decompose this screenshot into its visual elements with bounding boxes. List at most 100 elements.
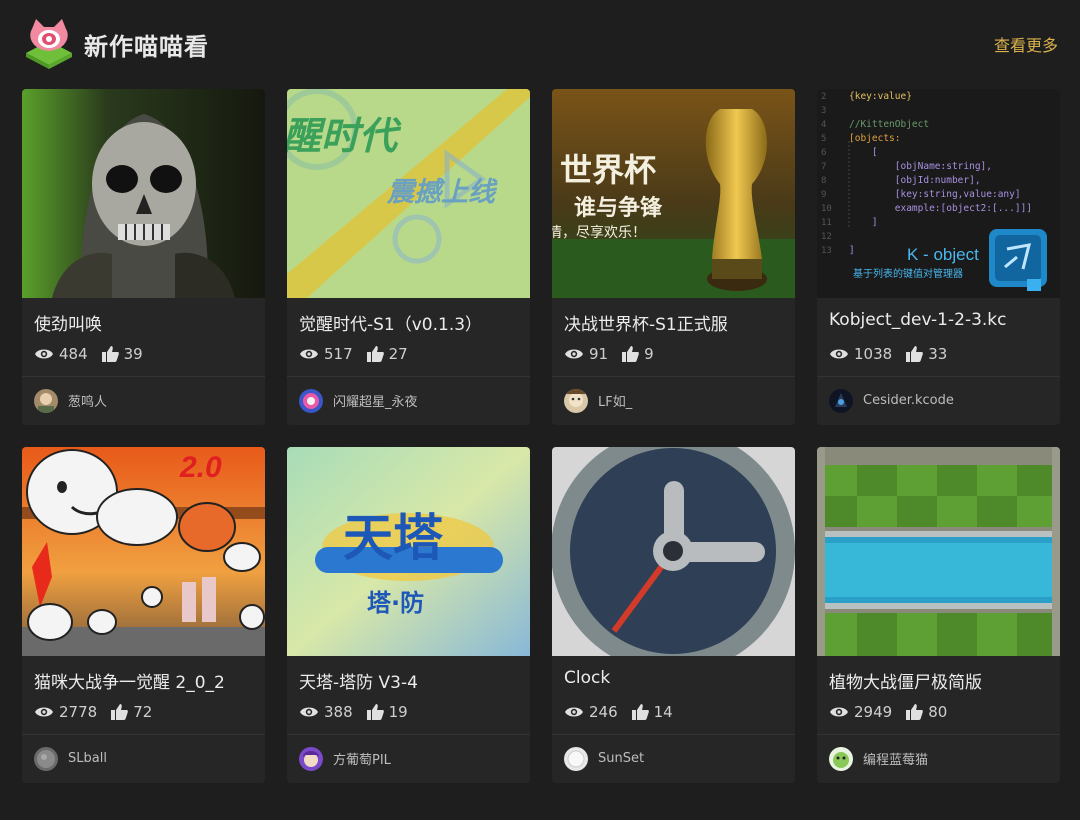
project-author[interactable]: 方葡萄PIL <box>287 735 530 782</box>
project-card[interactable]: 植物大战僵尸极简版 2949 80 编程蓝莓猫 <box>817 447 1060 783</box>
code-line-number: 10 <box>821 204 832 214</box>
thumbs-up-icon <box>366 704 384 720</box>
view-count: 484 <box>34 345 88 363</box>
view-count: 517 <box>299 345 353 363</box>
thumb-headline: 天塔 <box>343 509 444 567</box>
thumb-subline: 谁与争锋 <box>574 195 663 221</box>
thumb-subline: 震撼上线 <box>386 177 498 207</box>
eye-icon <box>300 707 318 717</box>
project-title: 决战世界杯-S1正式服 <box>564 315 728 334</box>
code-line-number: 12 <box>821 232 832 242</box>
project-thumbnail <box>817 447 1060 656</box>
project-thumbnail <box>552 447 795 656</box>
code-line: {key:value} <box>849 91 912 102</box>
view-count: 91 <box>564 345 608 363</box>
eye-icon <box>830 707 848 717</box>
project-thumbnail: 2 3 4 5 6 7 8 9 10 11 12 13 {key:value} //KittenObje… <box>817 89 1060 298</box>
kitten-logo-icon <box>22 19 76 69</box>
project-title: 天塔-塔防 V3-4 <box>299 673 418 692</box>
thumbs-up-icon <box>101 346 119 362</box>
thumb-tagline: 基于列表的键值对管理器 <box>853 267 963 280</box>
section-title: 新作喵喵看 <box>84 32 209 61</box>
like-count: 39 <box>101 345 143 363</box>
like-count-value: 14 <box>653 703 673 721</box>
project-card[interactable]: 2.0 猫咪大战争一觉醒 2_0_2 2778 72 SLball <box>22 447 265 783</box>
code-line-number: 11 <box>821 218 832 228</box>
like-count: 80 <box>906 703 947 721</box>
project-author[interactable]: SunSet <box>552 735 795 782</box>
view-count: 388 <box>299 703 353 721</box>
project-grid: 使劲叫唤 484 39 葱鸣人 醒时代 震撼上线 觉醒时代-S1（v0.1.3）… <box>22 89 1060 783</box>
author-name: 葱鸣人 <box>68 395 108 410</box>
code-line: example:[object2:[...]]] <box>849 203 1032 214</box>
project-card[interactable]: 世界杯 谁与争锋 情，尽享欢乐！ 决战世界杯-S1正式服 91 9 LF如_ <box>552 89 795 425</box>
project-author[interactable]: 编程蓝莓猫 <box>817 735 1060 782</box>
code-line: [ <box>849 147 878 158</box>
view-more-link[interactable]: 查看更多 <box>994 32 1058 56</box>
like-count-value: 9 <box>644 345 654 363</box>
view-count-value: 2778 <box>59 703 98 721</box>
project-card[interactable]: Clock 246 14 SunSet <box>552 447 795 783</box>
project-card[interactable]: 2 3 4 5 6 7 8 9 10 11 12 13 {key:value} //KittenObje… <box>817 89 1060 425</box>
avatar <box>34 746 58 771</box>
avatar <box>564 746 588 771</box>
code-line-number: 13 <box>821 246 832 256</box>
code-line-number: 3 <box>821 106 826 116</box>
project-card[interactable]: 醒时代 震撼上线 觉醒时代-S1（v0.1.3） 517 27 闪耀超星_永夜 <box>287 89 530 425</box>
thumb-subline: 塔·防 <box>367 589 424 617</box>
code-line: [key:string,value:any] <box>849 189 1021 200</box>
thumbs-up-icon <box>906 346 924 362</box>
project-stats: 2949 80 <box>829 701 1048 723</box>
like-count: 72 <box>111 703 152 721</box>
project-title: 觉醒时代-S1（v0.1.3） <box>299 315 483 334</box>
author-name: SunSet <box>598 751 645 766</box>
like-count: 27 <box>366 345 408 363</box>
eye-icon <box>565 349 583 359</box>
project-thumbnail: 天塔 塔·防 <box>287 447 530 656</box>
like-count-value: 80 <box>928 703 948 721</box>
project-author[interactable]: LF如_ <box>552 377 795 424</box>
view-count-value: 388 <box>324 703 353 721</box>
eye-icon <box>830 349 848 359</box>
thumb-headline: 世界杯 <box>560 151 656 189</box>
project-author[interactable]: 闪耀超星_永夜 <box>287 377 530 424</box>
view-count: 2949 <box>829 703 892 721</box>
author-name: LF如_ <box>598 395 633 410</box>
view-count-value: 517 <box>324 345 353 363</box>
author-name: Cesider.kcode <box>863 393 954 408</box>
thumbs-up-icon <box>622 346 639 362</box>
like-count-value: 39 <box>123 345 143 363</box>
project-thumbnail <box>22 89 265 298</box>
code-line: [objects: <box>849 133 900 144</box>
project-stats: 2778 72 <box>34 701 253 723</box>
thumbs-up-icon <box>631 704 649 720</box>
code-line: //KittenObject <box>849 119 929 130</box>
project-title: 植物大战僵尸极简版 <box>829 673 982 692</box>
author-name: 编程蓝莓猫 <box>863 753 929 768</box>
view-count-value: 246 <box>589 703 618 721</box>
code-line-number: 4 <box>821 120 826 130</box>
project-thumbnail: 醒时代 震撼上线 <box>287 89 530 298</box>
avatar <box>829 388 853 413</box>
project-author[interactable]: Cesider.kcode <box>817 377 1060 424</box>
author-name: 闪耀超星_永夜 <box>333 395 418 410</box>
project-author[interactable]: 葱鸣人 <box>22 377 265 424</box>
thumbs-up-icon <box>111 704 129 720</box>
like-count: 33 <box>906 345 947 363</box>
project-stats: 246 14 <box>564 701 783 723</box>
author-name: SLball <box>68 751 107 766</box>
code-line: ] <box>849 245 855 256</box>
view-count-value: 91 <box>589 345 609 363</box>
view-count: 246 <box>564 703 618 721</box>
code-line-number: 5 <box>821 134 826 144</box>
project-thumbnail: 2.0 <box>22 447 265 656</box>
thumb-headline: 醒时代 <box>287 116 402 158</box>
project-card[interactable]: 天塔 塔·防 天塔-塔防 V3-4 388 19 方葡萄PIL <box>287 447 530 783</box>
project-title: 猫咪大战争一觉醒 2_0_2 <box>34 673 225 692</box>
code-line: [objName:string], <box>849 161 992 172</box>
eye-icon <box>565 707 583 717</box>
view-count-value: 2949 <box>854 703 893 721</box>
project-card[interactable]: 使劲叫唤 484 39 葱鸣人 <box>22 89 265 425</box>
thumb-caption: 情，尽享欢乐！ <box>552 224 646 241</box>
project-author[interactable]: SLball <box>22 735 265 782</box>
